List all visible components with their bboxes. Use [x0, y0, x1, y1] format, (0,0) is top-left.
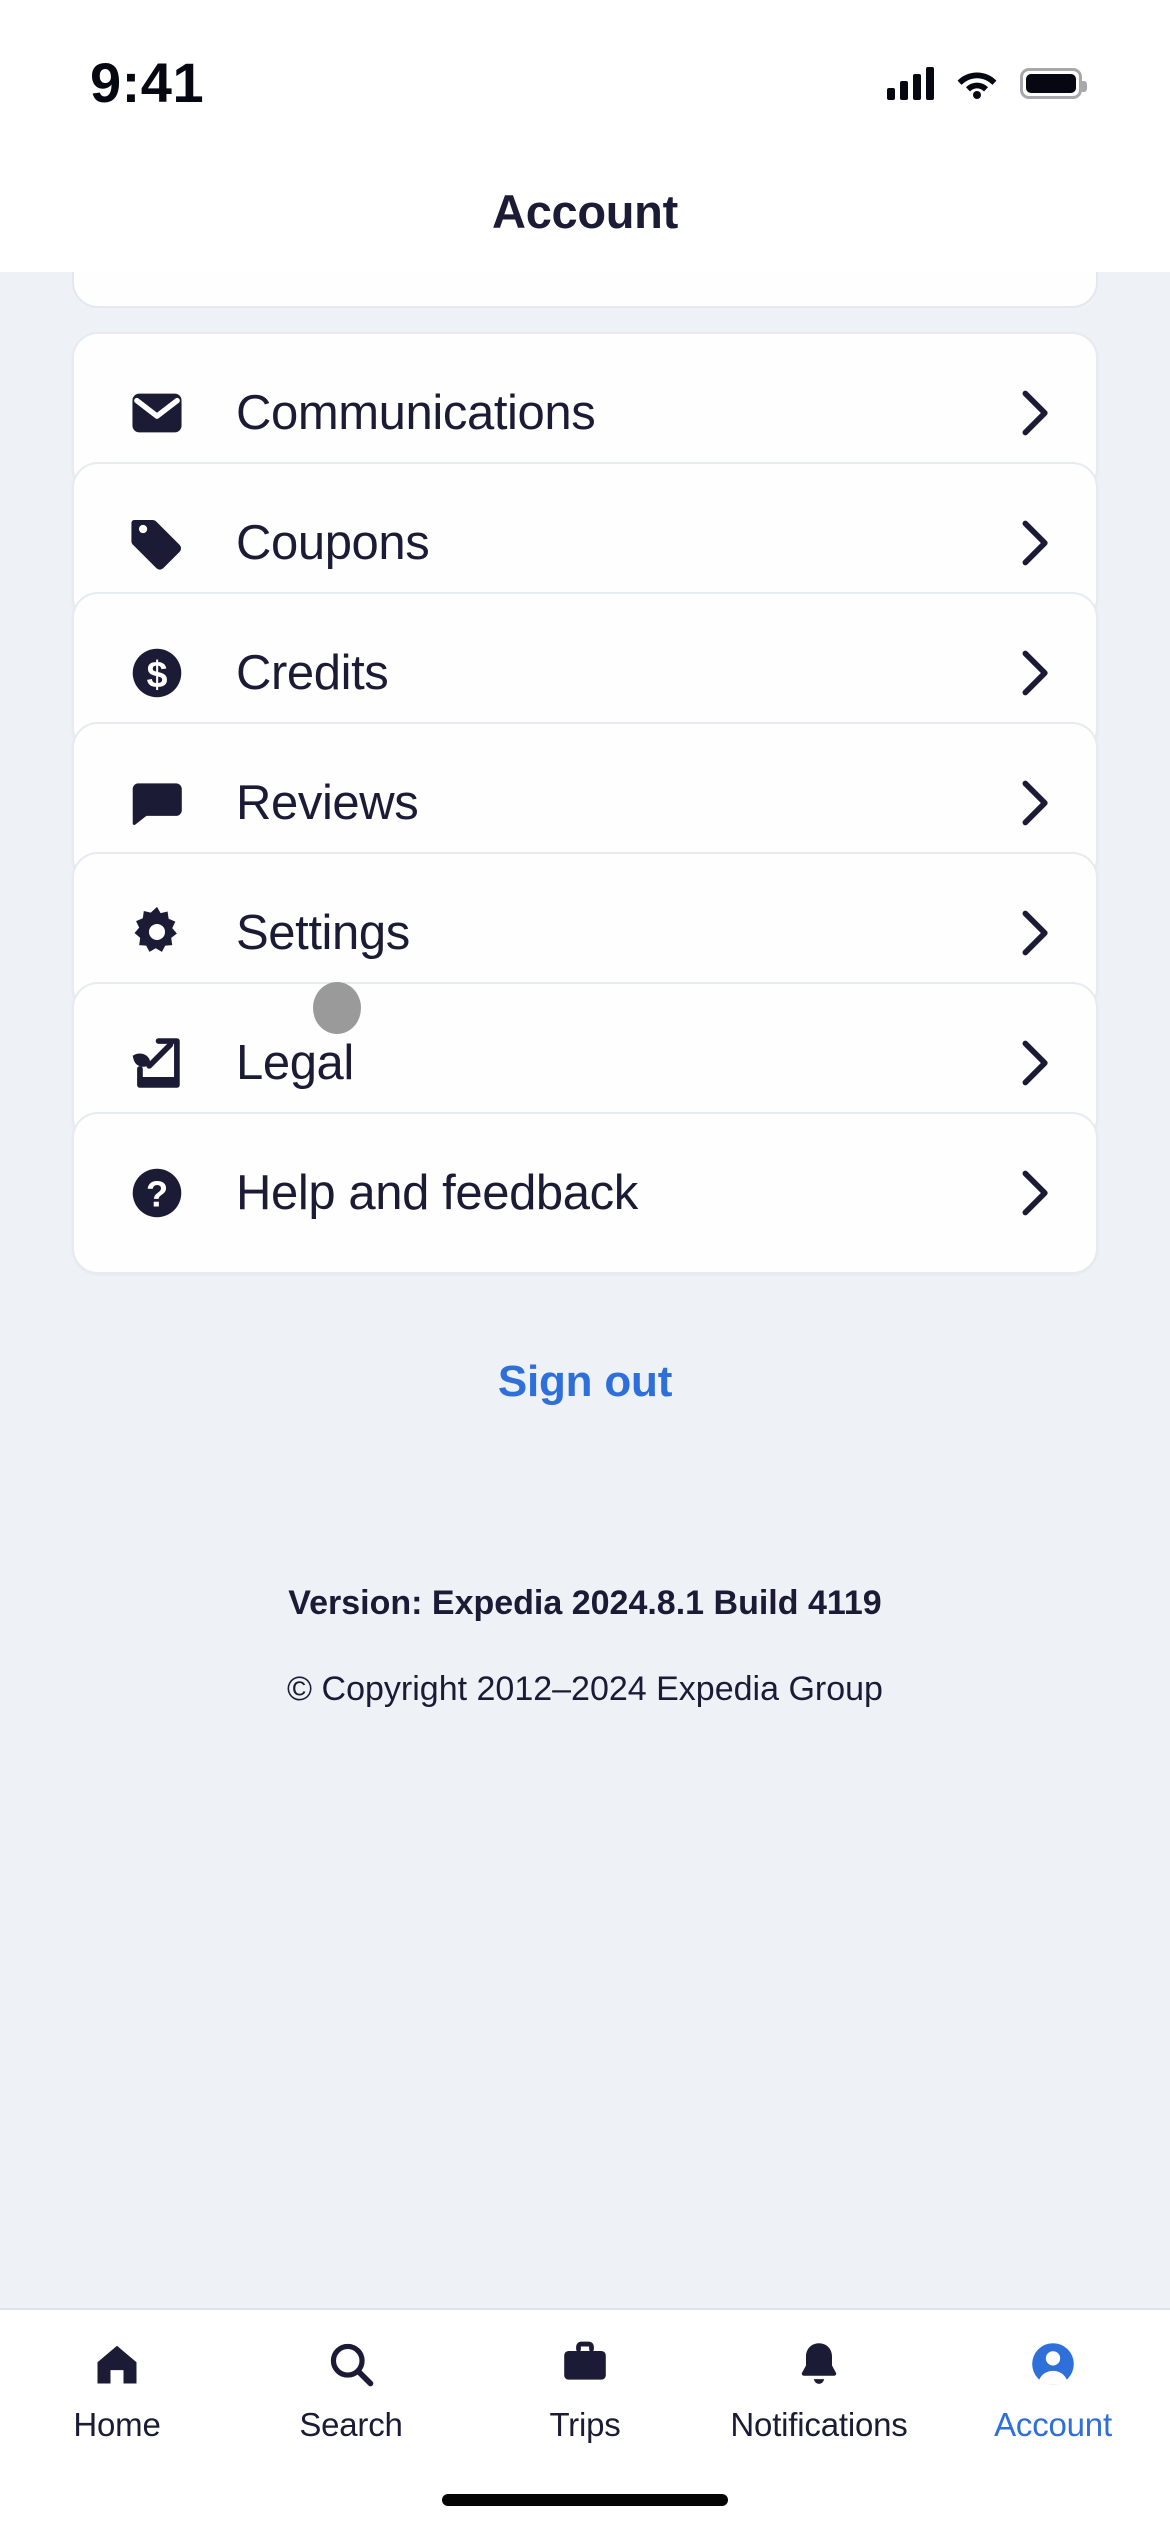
status-bar: 9:41 — [0, 0, 1170, 150]
chevron-right-icon — [1016, 1037, 1052, 1089]
tab-account[interactable]: Account — [936, 2336, 1170, 2444]
tab-trips[interactable]: Trips — [468, 2336, 702, 2444]
gear-icon — [124, 900, 190, 966]
menu-item-label: Help and feedback — [236, 1166, 638, 1220]
svg-text:?: ? — [146, 1173, 168, 1214]
tab-label: Home — [73, 2406, 161, 2443]
menu-item-label: Credits — [236, 646, 389, 700]
wifi-icon — [956, 67, 998, 99]
home-indicator — [442, 2494, 728, 2506]
menu-item-label: Settings — [236, 906, 410, 960]
signal-bars-icon — [887, 66, 934, 100]
account-scroll-area[interactable]: Communications Coupons $ Credits Reviews… — [0, 272, 1170, 2272]
menu-item-label: Reviews — [236, 776, 419, 830]
battery-full-icon — [1020, 67, 1087, 99]
chevron-right-icon — [1016, 647, 1052, 699]
person-circle-icon — [1027, 2336, 1079, 2392]
tab-home[interactable]: Home — [0, 2336, 234, 2444]
tab-notifications[interactable]: Notifications — [702, 2336, 936, 2444]
menu-item-help-and-feedback[interactable]: ? Help and feedback — [72, 1112, 1098, 1274]
svg-text:$: $ — [147, 653, 168, 695]
tab-label: Search — [299, 2406, 403, 2443]
chevron-right-icon — [1016, 907, 1052, 959]
sign-out-button[interactable]: Sign out — [0, 1357, 1170, 1407]
quill-document-icon — [124, 1030, 190, 1096]
page-header: Account — [0, 150, 1170, 272]
menu-item-label: Coupons — [236, 516, 430, 570]
status-time: 9:41 — [90, 50, 205, 114]
envelope-icon — [124, 380, 190, 446]
phone-screen: 9:41 Account Communications Coupons $ Cr… — [0, 0, 1170, 2532]
menu-item-label: Legal — [236, 1036, 354, 1090]
app-version-text: Version: Expedia 2024.8.1 Build 4119 — [288, 1584, 882, 1622]
dollar-circle-icon: $ — [124, 640, 190, 706]
page-title: Account — [492, 184, 678, 238]
bottom-tab-bar: Home Search Trips Notifications Account — [0, 2308, 1170, 2532]
menu-item-label: Communications — [236, 386, 596, 440]
briefcase-icon — [559, 2336, 611, 2392]
copyright-text: © Copyright 2012–2024 Expedia Group — [287, 1670, 883, 1708]
tab-label: Trips — [549, 2406, 621, 2443]
status-indicators — [887, 66, 1087, 100]
partial-card-above — [72, 272, 1098, 308]
magnifier-icon — [325, 2336, 377, 2392]
tab-search[interactable]: Search — [234, 2336, 468, 2444]
touch-indicator — [313, 982, 361, 1034]
tab-label: Account — [994, 2406, 1112, 2443]
speech-bubble-icon — [124, 770, 190, 836]
chevron-right-icon — [1016, 517, 1052, 569]
tab-label: Notifications — [730, 2406, 908, 2443]
tag-icon — [124, 510, 190, 576]
chevron-right-icon — [1016, 1167, 1052, 1219]
home-icon — [91, 2336, 143, 2392]
bell-icon — [793, 2336, 845, 2392]
chevron-right-icon — [1016, 777, 1052, 829]
question-circle-icon: ? — [124, 1160, 190, 1226]
chevron-right-icon — [1016, 387, 1052, 439]
